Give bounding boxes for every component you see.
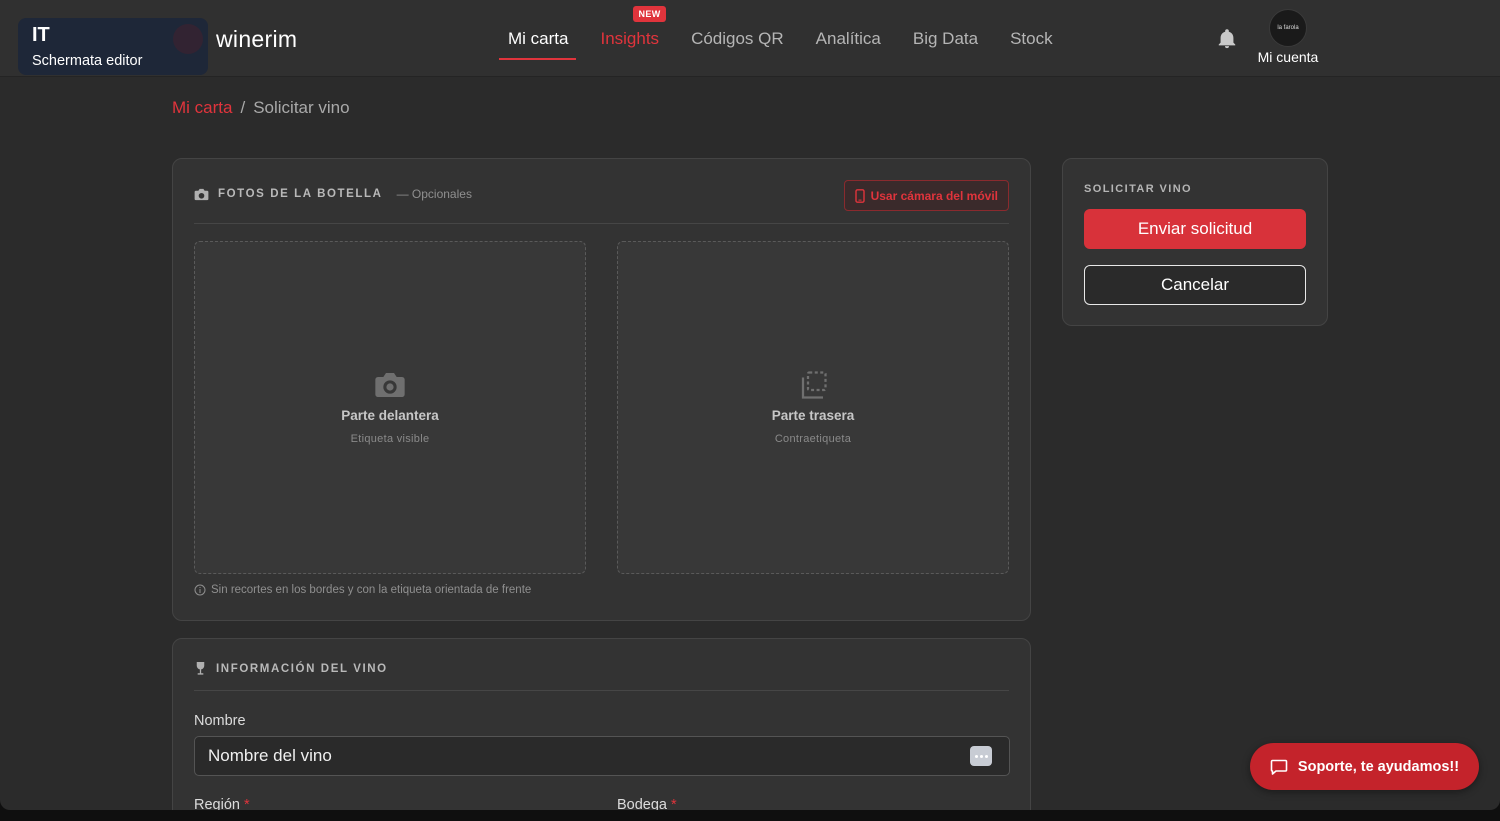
app-window: IT Schermata editor winerim Mi carta NEW…: [0, 0, 1500, 810]
photos-divider: [194, 223, 1009, 224]
bottle-photos-card: FOTOS DE LA BOTELLA — Opcionales Usar cá…: [172, 158, 1031, 621]
nav-analitica[interactable]: Analítica: [800, 0, 897, 77]
camera-icon: [194, 188, 209, 200]
back-photo-title: Parte trasera: [771, 408, 855, 423]
main-nav: Mi carta NEW Insights Códigos QR Analíti…: [499, 0, 1069, 77]
photos-title: FOTOS DE LA BOTELLA: [218, 188, 383, 200]
send-request-button[interactable]: Enviar solicitud: [1084, 209, 1306, 249]
editor-mode-label: Schermata editor: [32, 53, 143, 69]
nav-codigos-qr[interactable]: Códigos QR: [675, 0, 800, 77]
language-code: IT: [32, 24, 50, 46]
wine-name-input[interactable]: [194, 736, 1010, 776]
back-photo-subtitle: Contraetiqueta: [774, 433, 852, 445]
nav-label: Insights: [600, 29, 660, 48]
breadcrumb-separator: /: [240, 98, 246, 117]
brand-logo[interactable]: winerim: [216, 26, 297, 53]
request-title: SOLICITAR VINO: [1084, 183, 1193, 195]
info-title: INFORMACIÓN DEL VINO: [216, 662, 388, 675]
info-divider: [194, 690, 1009, 691]
region-label-text: Región: [194, 797, 240, 810]
support-chat-button[interactable]: Soporte, te ayudamos!!: [1250, 743, 1479, 790]
request-actions-card: SOLICITAR VINO Enviar solicitud Cancelar: [1062, 158, 1328, 326]
breadcrumb-current: Solicitar vino: [253, 98, 350, 117]
nav-mi-carta[interactable]: Mi carta: [499, 0, 584, 77]
support-label: Soporte, te ayudamos!!: [1297, 758, 1460, 775]
camera-icon: [375, 373, 405, 397]
required-mark: *: [243, 797, 250, 810]
more-dots-icon[interactable]: [970, 746, 992, 766]
info-icon: [194, 584, 206, 596]
use-mobile-camera-button[interactable]: Usar cámara del móvil: [843, 180, 1009, 211]
breadcrumb: Mi carta / Solicitar vino: [172, 98, 350, 118]
photo-hint: Sin recortes en los bordes y con la etiq…: [194, 584, 531, 596]
account-label: Mi cuenta: [1257, 49, 1319, 65]
language-editor-badge[interactable]: IT Schermata editor: [18, 18, 208, 75]
front-photo-dropzone[interactable]: Parte delantera Etiqueta visible: [194, 241, 586, 574]
photos-optional: — Opcionales: [396, 187, 472, 201]
cancel-button[interactable]: Cancelar: [1084, 265, 1306, 305]
avatar: la farola: [1269, 9, 1307, 47]
nav-stock[interactable]: Stock: [994, 0, 1069, 77]
new-badge: NEW: [633, 6, 666, 22]
flip-photo-icon: [801, 371, 827, 399]
front-photo-subtitle: Etiqueta visible: [350, 433, 430, 445]
name-label: Nombre: [194, 713, 246, 729]
nav-label: Analítica: [815, 29, 881, 48]
wine-glass-icon: [196, 661, 205, 675]
photo-hint-text: Sin recortes en los bordes y con la etiq…: [211, 584, 532, 596]
info-header: INFORMACIÓN DEL VINO: [194, 661, 1009, 676]
nav-big-data[interactable]: Big Data: [897, 0, 994, 77]
nav-label: Mi carta: [508, 29, 569, 48]
mobile-phone-icon: [854, 188, 865, 203]
bell-icon[interactable]: [1216, 27, 1238, 51]
wine-info-card: INFORMACIÓN DEL VINO Nombre Región * Bod…: [172, 638, 1031, 810]
front-photo-title: Parte delantera: [341, 408, 439, 423]
nav-label: Big Data: [912, 29, 979, 48]
winery-label: Bodega *: [617, 797, 677, 810]
region-label: Región *: [194, 797, 250, 810]
top-navbar: IT Schermata editor winerim Mi carta NEW…: [0, 0, 1500, 77]
winery-label-text: Bodega: [617, 797, 667, 810]
nav-label: Códigos QR: [691, 29, 784, 48]
nav-label: Stock: [1010, 29, 1053, 48]
chat-bubble-icon: [1270, 759, 1288, 775]
nav-insights[interactable]: NEW Insights: [584, 0, 675, 77]
account-menu[interactable]: la farola Mi cuenta: [1250, 9, 1326, 65]
avatar-text: la farola: [1277, 25, 1299, 31]
required-mark: *: [671, 797, 677, 810]
breadcrumb-mi-carta[interactable]: Mi carta: [172, 98, 232, 118]
back-photo-dropzone[interactable]: Parte trasera Contraetiqueta: [617, 241, 1009, 574]
logo-watermark: [173, 24, 203, 54]
camera-button-label: Usar cámara del móvil: [870, 188, 998, 203]
